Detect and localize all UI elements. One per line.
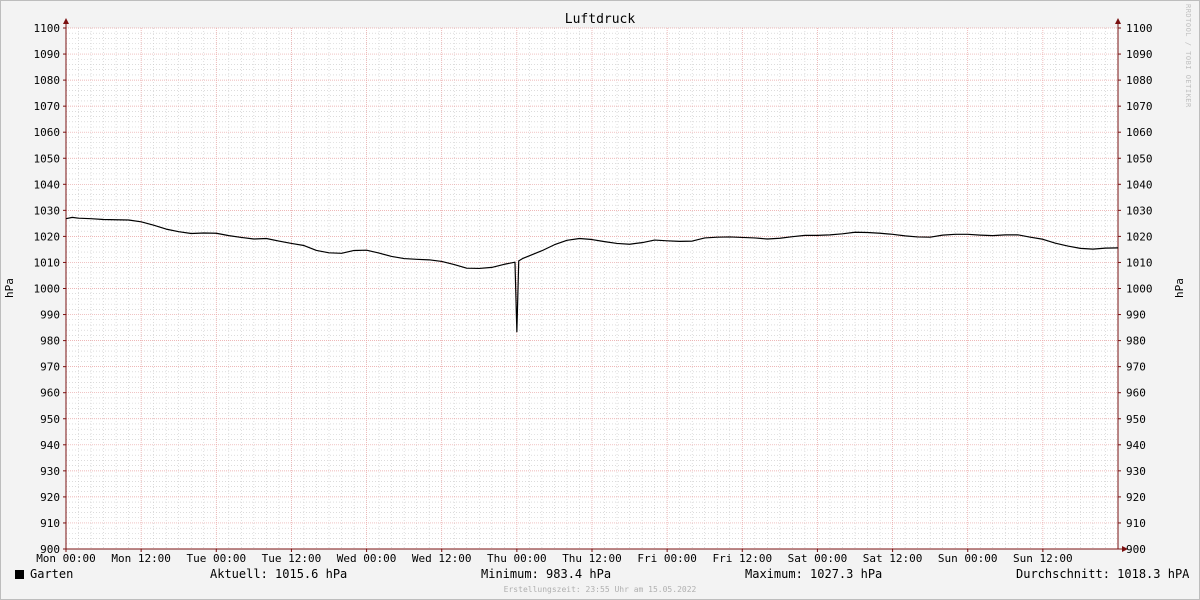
y-tick-label-right: 960 [1126, 387, 1146, 400]
y-tick-label-left: 940 [40, 439, 60, 452]
y-tick-label-left: 1030 [34, 204, 61, 217]
y-tick-label-right: 940 [1126, 439, 1146, 452]
y-tick-label-right: 1050 [1126, 152, 1153, 165]
y-tick-label-left: 1100 [34, 22, 61, 35]
legend-maximum-value: Maximum: 1027.3 hPa [745, 567, 883, 581]
y-tick-label-right: 970 [1126, 361, 1146, 374]
y-axis-label-right: hPa [1173, 278, 1186, 298]
y-tick-label-left: 970 [40, 361, 60, 374]
y-tick-label-left: 1060 [34, 126, 61, 139]
y-tick-label-left: 960 [40, 387, 60, 400]
y-tick-label-left: 950 [40, 413, 60, 426]
y-tick-label-left: 1070 [34, 100, 61, 113]
x-tick-label: Mon 12:00 [111, 552, 171, 565]
x-tick-label: Fri 00:00 [637, 552, 697, 565]
creation-time-note: Erstellungszeit: 23:55 Uhr am 15.05.2022 [503, 585, 697, 594]
legend-current-value: Aktuell: 1015.6 hPa [210, 567, 348, 581]
y-tick-label-right: 1030 [1126, 204, 1153, 217]
y-tick-label-right: 1040 [1126, 178, 1153, 191]
x-tick-label: Tue 12:00 [262, 552, 322, 565]
x-tick-label: Tue 00:00 [186, 552, 246, 565]
y-tick-label-left: 1000 [34, 283, 61, 296]
y-tick-label-right: 1000 [1126, 283, 1153, 296]
chart-stage: 900 900 910 910 920 920 930 930 940 940 950 950 960 9… [0, 0, 1200, 600]
y-tick-label-right: 1090 [1126, 48, 1153, 61]
y-tick-label-left: 930 [40, 465, 60, 478]
y-axis-label-left: hPa [3, 278, 16, 298]
x-tick-label: Wed 12:00 [412, 552, 472, 565]
y-tick-label-right: 1060 [1126, 126, 1153, 139]
y-tick-label-right: 1100 [1126, 22, 1153, 35]
y-tick-label-left: 1080 [34, 74, 61, 87]
y-tick-label-right: 990 [1126, 309, 1146, 322]
rrdtool-watermark: RRDTOOL / TOBI OETIKER [1184, 4, 1192, 108]
y-tick-label-right: 930 [1126, 465, 1146, 478]
y-tick-label-right: 1010 [1126, 256, 1153, 269]
y-tick-label-right: 1070 [1126, 100, 1153, 113]
y-tick-label-right: 920 [1126, 491, 1146, 504]
y-tick-label-left: 1050 [34, 152, 61, 165]
legend-average-value: Durchschnitt: 1018.3 hPA [1016, 567, 1190, 581]
legend-series-name: Garten [30, 567, 74, 581]
chart-title: Luftdruck [565, 12, 636, 27]
y-tick-label-right: 950 [1126, 413, 1146, 426]
x-tick-label: Thu 00:00 [487, 552, 547, 565]
y-tick-label-left: 990 [40, 309, 60, 322]
legend-swatch-garten [15, 570, 24, 579]
y-tick-label-left: 980 [40, 335, 60, 348]
x-tick-label: Sat 12:00 [863, 552, 923, 565]
y-tick-label-left: 1020 [34, 230, 61, 243]
x-tick-label: Thu 12:00 [562, 552, 622, 565]
x-tick-label: Fri 12:00 [712, 552, 772, 565]
y-tick-label-right: 1080 [1126, 74, 1153, 87]
x-tick-label: Sat 00:00 [788, 552, 848, 565]
luftdruck-chart: 900 900910 910920 920930 930940 940950 950960 9… [3, 12, 1186, 565]
y-tick-label-left: 1040 [34, 178, 61, 191]
y-axis-arrow-right [1115, 18, 1121, 24]
x-tick-label: Wed 00:00 [337, 552, 397, 565]
y-axis-arrow-left [63, 18, 69, 24]
y-tick-label-left: 1010 [34, 256, 61, 269]
legend-minimum-value: Minimum: 983.4 hPa [481, 567, 612, 581]
x-tick-label: Sun 12:00 [1013, 552, 1073, 565]
y-tick-label-right: 980 [1126, 335, 1146, 348]
y-tick-label-left: 1090 [34, 48, 61, 61]
y-tick-label-right: 900 [1126, 543, 1146, 556]
y-tick-label-left: 910 [40, 517, 60, 530]
y-tick-label-right: 910 [1126, 517, 1146, 530]
x-tick-label: Mon 00:00 [36, 552, 96, 565]
y-tick-label-right: 1020 [1126, 230, 1153, 243]
y-tick-label-left: 920 [40, 491, 60, 504]
x-tick-label: Sun 00:00 [938, 552, 998, 565]
